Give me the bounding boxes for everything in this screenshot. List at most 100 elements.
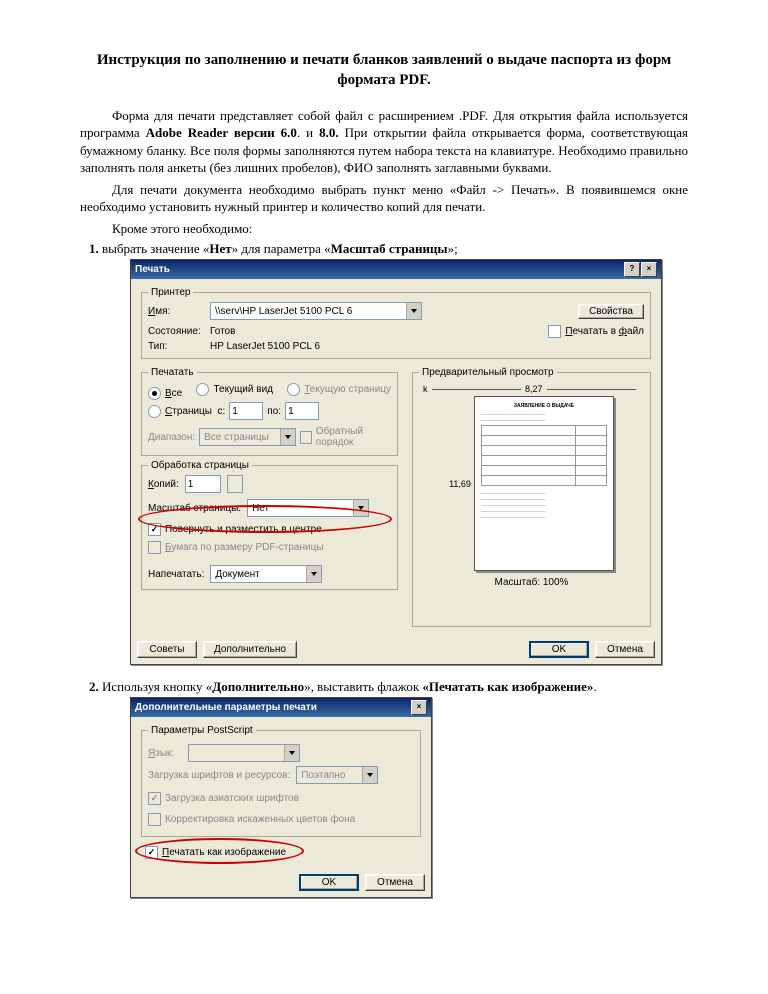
step-1: выбрать значение «Нет» для параметра «Ма… xyxy=(102,241,688,665)
k-icon: k xyxy=(423,384,428,394)
page-from-input[interactable] xyxy=(229,402,263,420)
preview-zoom: Масштаб: 100% xyxy=(495,577,569,588)
page-scaling-label: Масштаб страницы: xyxy=(148,503,241,514)
tips-button[interactable]: Советы xyxy=(137,641,197,658)
fonts-value: Поэтапно xyxy=(297,769,362,782)
step2-c: », выставить флажок xyxy=(304,679,422,694)
advanced-button[interactable]: Дополнительно xyxy=(203,641,297,658)
preview-page: ЗАЯВЛЕНИЕ О ВЫДАЧЕ _____________________… xyxy=(474,396,614,571)
correct-colors-checkbox[interactable]: Корректировка искаженных цветов фона xyxy=(148,813,355,826)
chevron-down-icon xyxy=(280,429,295,445)
print-as-image-checkbox[interactable]: Печатать как изображение xyxy=(145,846,286,859)
cancel-button[interactable]: Отмена xyxy=(365,874,425,891)
status-value: Готов xyxy=(210,326,235,337)
correct-colors-label: Корректировка искаженных цветов фона xyxy=(165,814,355,825)
paragraph-1: Форма для печати представляет собой файл… xyxy=(80,107,688,177)
paragraph-2: Для печати документа необходимо выбрать … xyxy=(80,181,688,216)
preview-group: Предварительный просмотр k 8,27 11,69 ЗАЯ… xyxy=(412,367,651,627)
subset-value: Все страницы xyxy=(200,431,280,444)
chevron-down-icon xyxy=(306,566,321,582)
print-to-file-checkbox[interactable]: Печатать в файл xyxy=(548,325,644,338)
close-button[interactable]: × xyxy=(411,700,427,715)
lang-combo[interactable] xyxy=(188,744,300,762)
printer-name-combo[interactable]: \\serv\HP LaserJet 5100 PCL 6 xyxy=(210,302,422,320)
reverse-order-checkbox[interactable]: Обратный порядок xyxy=(300,426,391,448)
range-all-radio[interactable]: Все xyxy=(148,387,182,400)
range-pages-label: Страницы с: xyxy=(165,406,225,417)
postscript-group-label: Параметры PostScript xyxy=(148,725,256,736)
help-button[interactable]: ? xyxy=(624,262,640,277)
page-scaling-combo[interactable]: Нет xyxy=(247,499,369,517)
page-handling-label: Обработка страницы xyxy=(148,460,252,471)
fonts-label: Загрузка шрифтов и ресурсов: xyxy=(148,770,290,781)
preview-height: 11,69 xyxy=(449,479,471,489)
p1-text-b: Adobe Reader версии 6.0 xyxy=(146,125,297,140)
copies-input[interactable] xyxy=(185,475,221,493)
print-dialog: Печать ? × Принтер Имя: \\serv\HP LaserJ… xyxy=(130,259,662,665)
advanced-print-dialog: Дополнительные параметры печати × Параме… xyxy=(130,697,432,898)
chevron-down-icon xyxy=(406,303,421,319)
adv-dialog-titlebar: Дополнительные параметры печати × xyxy=(131,698,431,717)
range-current-view-label: Текущий вид xyxy=(213,384,273,395)
steps-list: выбрать значение «Нет» для параметра «Ма… xyxy=(102,241,688,898)
type-value: HP LaserJet 5100 PCL 6 xyxy=(210,341,320,352)
choose-paper-label: Бумага по размеру PDF-страницы xyxy=(165,542,324,553)
postscript-group: Параметры PostScript Язык: Загрузка шриф… xyxy=(141,725,421,837)
copies-spinner[interactable] xyxy=(227,475,243,493)
choose-paper-checkbox[interactable]: Бумага по размеру PDF-страницы xyxy=(148,541,324,554)
ok-button[interactable]: OK xyxy=(299,874,359,891)
step1-d: Масштаб страницы xyxy=(331,241,448,256)
step1-c: » для параметра « xyxy=(232,241,331,256)
step2-d: «Печатать как изображение» xyxy=(422,679,593,694)
status-label: Состояние: xyxy=(148,326,204,337)
range-pages-radio[interactable]: Страницы с: по: xyxy=(148,402,319,420)
printer-name-value: \\serv\HP LaserJet 5100 PCL 6 xyxy=(211,305,406,318)
printer-group: Принтер Имя: \\serv\HP LaserJet 5100 PCL… xyxy=(141,287,651,359)
paragraph-3: Кроме этого необходимо: xyxy=(80,220,688,238)
properties-button[interactable]: Свойства xyxy=(578,304,644,319)
range-current-page-label: Текущую страницу xyxy=(304,384,391,395)
close-button[interactable]: × xyxy=(641,262,657,277)
print-dialog-title: Печать xyxy=(135,264,170,275)
step2-a: Используя кнопку « xyxy=(102,679,212,694)
copies-label: Копий: xyxy=(148,479,179,490)
step1-a: выбрать значение « xyxy=(102,241,209,256)
reverse-order-label: Обратный порядок xyxy=(316,426,391,448)
printer-group-label: Принтер xyxy=(148,287,193,298)
range-current-page-radio[interactable]: Текущую страницу xyxy=(287,383,391,396)
auto-rotate-checkbox[interactable]: Повернуть и разместить в центре xyxy=(148,523,322,536)
asian-fonts-label: Загрузка азиатских шрифтов xyxy=(165,793,299,804)
asian-fonts-checkbox[interactable]: Загрузка азиатских шрифтов xyxy=(148,792,299,805)
preview-group-label: Предварительный просмотр xyxy=(419,367,557,378)
lang-label: Язык: xyxy=(148,748,182,759)
step-2: Используя кнопку «Дополнительно», выстав… xyxy=(102,679,688,898)
print-range-group: Печатать Все Текущий вид Текущую страниц… xyxy=(141,367,398,456)
p1-text-c: . и xyxy=(297,125,319,140)
subset-combo[interactable]: Все страницы xyxy=(199,428,296,446)
step2-b: Дополнительно xyxy=(212,679,304,694)
range-current-view-radio[interactable]: Текущий вид xyxy=(196,383,273,396)
adv-dialog-title: Дополнительные параметры печати xyxy=(135,702,317,713)
type-label: Тип: xyxy=(148,341,204,352)
print-what-label: Напечатать: xyxy=(148,569,204,580)
fonts-combo[interactable]: Поэтапно xyxy=(296,766,378,784)
cancel-button[interactable]: Отмена xyxy=(595,641,655,658)
range-all-label: Все xyxy=(165,388,182,399)
chevron-down-icon xyxy=(362,767,377,783)
step2-e: . xyxy=(593,679,596,694)
print-to-file-label: Печатать в файл xyxy=(565,326,644,337)
preview-width: 8,27 xyxy=(525,384,543,394)
subset-label: Диапазон: xyxy=(148,432,195,443)
chevron-down-icon xyxy=(284,745,299,761)
doc-title: Инструкция по заполнению и печати бланко… xyxy=(80,50,688,91)
print-what-combo[interactable]: Документ xyxy=(210,565,322,583)
step1-b: Нет xyxy=(209,241,231,256)
page-to-input[interactable] xyxy=(285,402,319,420)
p1-text-d: 8.0. xyxy=(319,125,339,140)
ok-button[interactable]: OK xyxy=(529,641,589,658)
printer-name-label: Имя: xyxy=(148,306,204,317)
print-dialog-titlebar: Печать ? × xyxy=(131,260,661,279)
print-range-label: Печатать xyxy=(148,367,197,378)
page-scaling-value: Нет xyxy=(248,502,353,515)
auto-rotate-label: Повернуть и разместить в центре xyxy=(165,524,322,535)
